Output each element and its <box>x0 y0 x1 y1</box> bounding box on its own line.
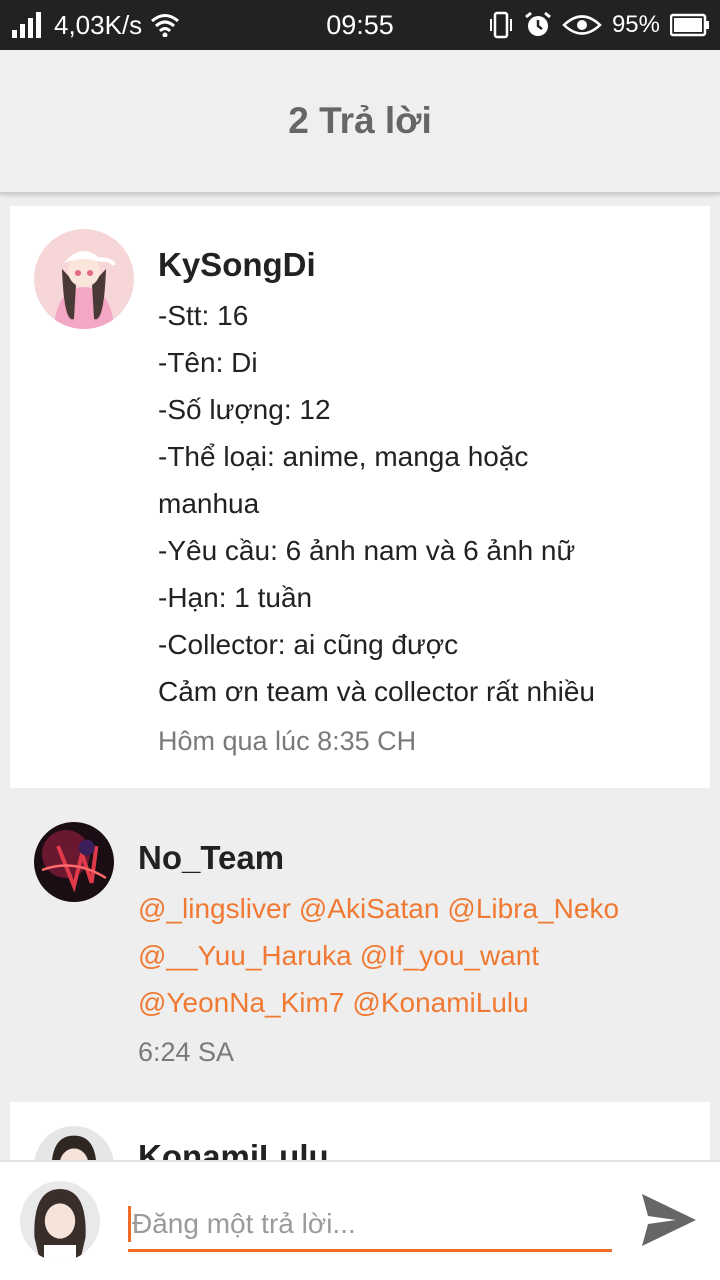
mention-link[interactable]: @KonamiLulu <box>352 987 528 1018</box>
comment-line: -Stt: 16 <box>158 300 249 331</box>
reply-input[interactable] <box>128 1198 612 1252</box>
reply-composer <box>0 1160 720 1280</box>
comment-line: manhua <box>158 488 260 519</box>
comment-line: -Số lượng: 12 <box>158 394 331 425</box>
mention-link[interactable]: @Libra_Neko <box>447 893 619 924</box>
current-user-avatar <box>20 1181 100 1261</box>
text-cursor <box>128 1206 131 1242</box>
comment-mentions: @_lingsliver @AkiSatan @Libra_Neko @__Yuu_… <box>138 885 698 1026</box>
comment-username[interactable]: KySongDi <box>158 244 698 286</box>
avatar[interactable] <box>34 229 134 329</box>
mention-link[interactable]: @If_you_want <box>360 940 539 971</box>
battery-icon <box>670 13 710 37</box>
mention-link[interactable]: @AkiSatan <box>299 893 440 924</box>
mention-link[interactable]: @_lingsliver <box>138 893 291 924</box>
comment-text: -Stt: 16 -Tên: Di -Số lượng: 12 -Thể loạ… <box>158 292 698 715</box>
status-right: 95% <box>488 0 710 50</box>
eye-icon <box>562 14 602 36</box>
comment-item: KySongDi -Stt: 16 -Tên: Di -Số lượng: 12… <box>10 206 710 788</box>
battery-level: 95% <box>611 11 660 38</box>
alarm-icon <box>524 11 552 39</box>
send-icon[interactable] <box>640 1192 698 1248</box>
avatar[interactable] <box>34 822 114 902</box>
comment-item: No_Team @_lingsliver @AkiSatan @Libra_Neko… <box>10 800 710 1090</box>
comment-line: -Hạn: 1 tuần <box>158 582 313 613</box>
comment-line: Cảm ơn team và collector rất nhiều <box>158 676 595 707</box>
mention-link[interactable]: @YeonNa_Kim7 <box>138 987 344 1018</box>
vibrate-icon <box>488 11 514 39</box>
mention-link[interactable]: @__Yuu_Haruka <box>138 940 352 971</box>
comment-timestamp: 6:24 SA <box>138 1037 235 1067</box>
header-bar: 2 Trả lời <box>0 50 720 194</box>
page-title: 2 Trả lời <box>288 100 432 141</box>
comment-line: -Tên: Di <box>158 347 258 378</box>
comment-line: -Thể loại: anime, manga hoặc <box>158 441 529 472</box>
comment-line: -Collector: ai cũng được <box>158 629 459 660</box>
status-bar: 4,03K/s 09:55 95% <box>0 0 720 50</box>
comment-line: -Yêu cầu: 6 ảnh nam và 6 ảnh nữ <box>158 535 576 566</box>
comment-username[interactable]: No_Team <box>138 837 698 879</box>
comment-timestamp: Hôm qua lúc 8:35 CH <box>158 726 417 756</box>
